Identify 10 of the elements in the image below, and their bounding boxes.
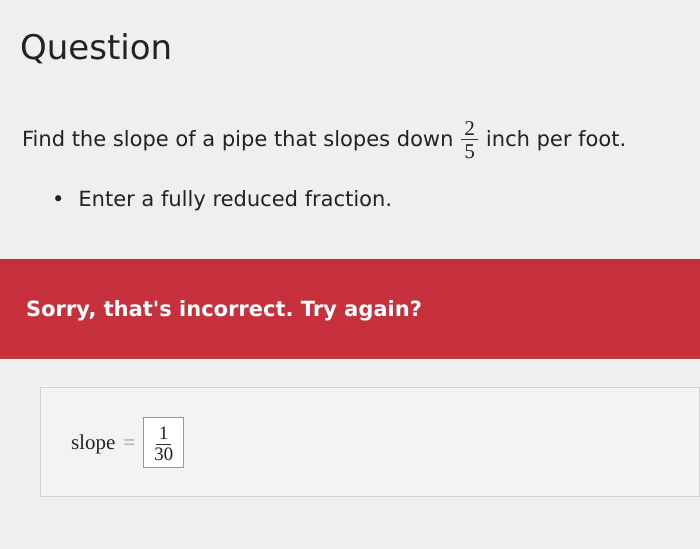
instruction-text: Enter a fully reduced fraction. <box>78 186 392 213</box>
answer-label: slope <box>71 428 116 456</box>
fraction: 2 5 <box>461 116 478 162</box>
prompt-text: Find the slope of a pipe that slopes down <box>22 126 454 153</box>
answer-field[interactable]: 1 30 <box>143 416 184 468</box>
feedback-banner: Sorry, that's incorrect. Try again? <box>0 259 700 360</box>
question-title: Question <box>19 27 174 69</box>
bullet-marker: • <box>52 186 64 213</box>
prompt-text: inch per foot. <box>486 126 626 153</box>
equals-sign: = <box>123 428 136 456</box>
